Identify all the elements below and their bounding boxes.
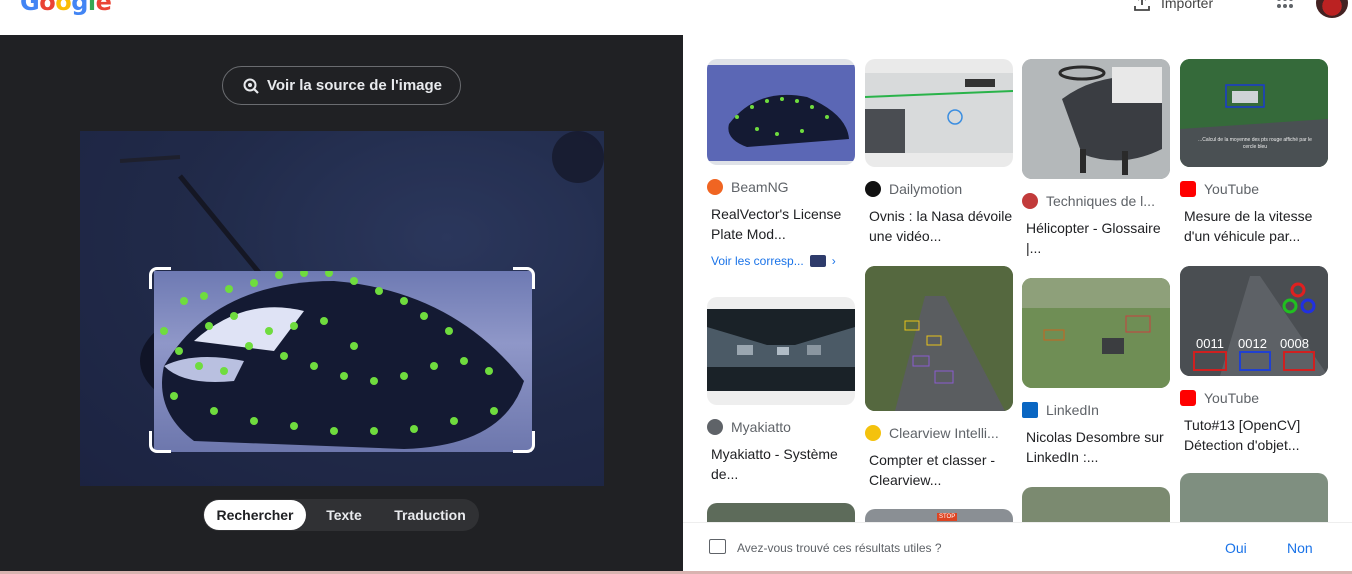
crop-handle-top-left[interactable] <box>149 267 171 289</box>
result-source: LinkedIn <box>1046 402 1099 418</box>
result-card[interactable]: ...Calcul de la moyenne des pts rouge af… <box>1180 59 1328 246</box>
result-source: Dailymotion <box>889 181 963 197</box>
feedback-yes-button[interactable]: Oui <box>1225 540 1247 556</box>
globe-icon <box>707 419 723 435</box>
account-avatar[interactable] <box>1316 0 1348 18</box>
linkedin-icon <box>1022 402 1038 418</box>
result-source: BeamNG <box>731 179 789 195</box>
result-thumbnail[interactable] <box>707 59 855 165</box>
result-card[interactable]: STOP <box>865 509 1013 522</box>
result-thumbnail[interactable]: ...Calcul de la moyenne des pts rouge af… <box>1180 59 1328 167</box>
tab-translate[interactable]: Traduction <box>382 500 478 530</box>
youtube-icon <box>1180 181 1196 197</box>
lens-image-panel: Voir la source de l'image Rechercher Tex… <box>0 35 683 571</box>
result-card[interactable]: Techniques de l... Hélicopter - Glossair… <box>1022 59 1170 258</box>
dailymotion-icon <box>865 181 881 197</box>
thumbnail-caption: ...Calcul de la moyenne des pts rouge af… <box>1198 137 1312 150</box>
result-thumbnail[interactable] <box>865 59 1013 167</box>
results-grid: BeamNG RealVector's License Plate Mod...… <box>683 35 1352 522</box>
result-thumbnail[interactable] <box>707 503 855 522</box>
result-title[interactable]: Nicolas Desombre sur LinkedIn :... <box>1022 427 1170 467</box>
crop-handle-bottom-left[interactable] <box>149 431 171 453</box>
result-source: YouTube <box>1204 390 1260 406</box>
youtube-icon <box>1180 390 1196 406</box>
result-thumbnail[interactable] <box>1022 59 1170 179</box>
upload-icon <box>1134 0 1150 11</box>
result-thumbnail[interactable] <box>1022 278 1170 388</box>
lens-mode-tabs: Rechercher Texte Traduction <box>203 499 479 531</box>
result-card[interactable]: LinkedIn Nicolas Desombre sur LinkedIn :… <box>1022 278 1170 467</box>
top-bar: Google Importer <box>0 0 1352 35</box>
import-button[interactable]: Importer <box>1133 0 1213 12</box>
result-card[interactable]: Dailymotion Ovnis : la Nasa dévoile une … <box>865 59 1013 246</box>
stop-sign-label: STOP <box>937 513 958 521</box>
result-title[interactable]: Compter et classer - Clearview... <box>865 450 1013 490</box>
techniques-ingenieur-icon <box>1022 193 1038 209</box>
result-card[interactable]: BeamNG RealVector's License Plate Mod...… <box>707 59 855 268</box>
result-source: YouTube <box>1204 181 1260 197</box>
result-card[interactable]: 0011 0012 0008 YouTube Tuto#13 [OpenCV] … <box>1180 266 1328 455</box>
see-matches-link[interactable]: Voir les corresp... › <box>707 254 855 268</box>
counter-3: 0008 <box>1280 336 1309 351</box>
result-title[interactable]: Mesure de la vitesse d'un véhicule par..… <box>1180 206 1328 246</box>
result-thumbnail[interactable] <box>1022 487 1170 522</box>
feedback-question: Avez-vous trouvé ces résultats utiles ? <box>737 541 942 555</box>
feedback-icon <box>709 539 726 554</box>
result-title[interactable]: Tuto#13 [OpenCV] Détection d'objet... <box>1180 415 1328 455</box>
result-thumbnail[interactable]: STOP <box>865 509 1013 522</box>
result-thumbnail[interactable] <box>707 297 855 405</box>
feedback-bar: Avez-vous trouvé ces résultats utiles ? … <box>683 522 1352 571</box>
result-card[interactable] <box>1180 473 1328 522</box>
tab-search[interactable]: Rechercher <box>204 500 306 530</box>
result-title[interactable]: Myakiatto - Système de... <box>707 444 855 484</box>
chevron-right-icon: › <box>831 254 836 268</box>
counter-1: 0011 <box>1196 336 1224 351</box>
result-card[interactable] <box>707 503 855 522</box>
result-title[interactable]: Ovnis : la Nasa dévoile une vidéo... <box>865 206 1013 246</box>
result-card[interactable]: Clearview Intelli... Compter et classer … <box>865 266 1013 490</box>
beamng-icon <box>707 179 723 195</box>
result-title[interactable]: Hélicopter - Glossaire |... <box>1022 218 1170 258</box>
match-thumbnail-icon <box>809 255 826 267</box>
result-thumbnail[interactable] <box>1180 473 1328 522</box>
counter-2: 0012 <box>1238 336 1267 351</box>
see-matches-label: Voir les corresp... <box>711 254 804 268</box>
result-thumbnail[interactable]: 0011 0012 0008 <box>1180 266 1328 376</box>
tab-text[interactable]: Texte <box>306 500 382 530</box>
result-source: Clearview Intelli... <box>889 425 999 441</box>
google-logo[interactable]: Google <box>20 0 112 16</box>
result-card[interactable] <box>1022 487 1170 522</box>
view-image-source-button[interactable]: Voir la source de l'image <box>222 66 461 105</box>
crop-handle-bottom-right[interactable] <box>513 431 535 453</box>
apps-grid-icon[interactable] <box>1276 0 1294 10</box>
visual-matches-panel: BeamNG RealVector's License Plate Mod...… <box>683 35 1352 571</box>
result-card[interactable]: Myakiatto Myakiatto - Système de... <box>707 297 855 484</box>
lens-search-icon <box>243 78 259 94</box>
result-source: Techniques de l... <box>1046 193 1155 209</box>
crop-handle-top-right[interactable] <box>513 267 535 289</box>
result-source: Myakiatto <box>731 419 791 435</box>
source-button-label: Voir la source de l'image <box>266 77 443 94</box>
result-title[interactable]: RealVector's License Plate Mod... <box>707 204 855 244</box>
clearview-icon <box>865 425 881 441</box>
feedback-no-button[interactable]: Non <box>1287 540 1313 556</box>
result-thumbnail[interactable] <box>865 266 1013 411</box>
selection-region[interactable] <box>154 271 532 452</box>
import-label: Importer <box>1161 0 1214 11</box>
